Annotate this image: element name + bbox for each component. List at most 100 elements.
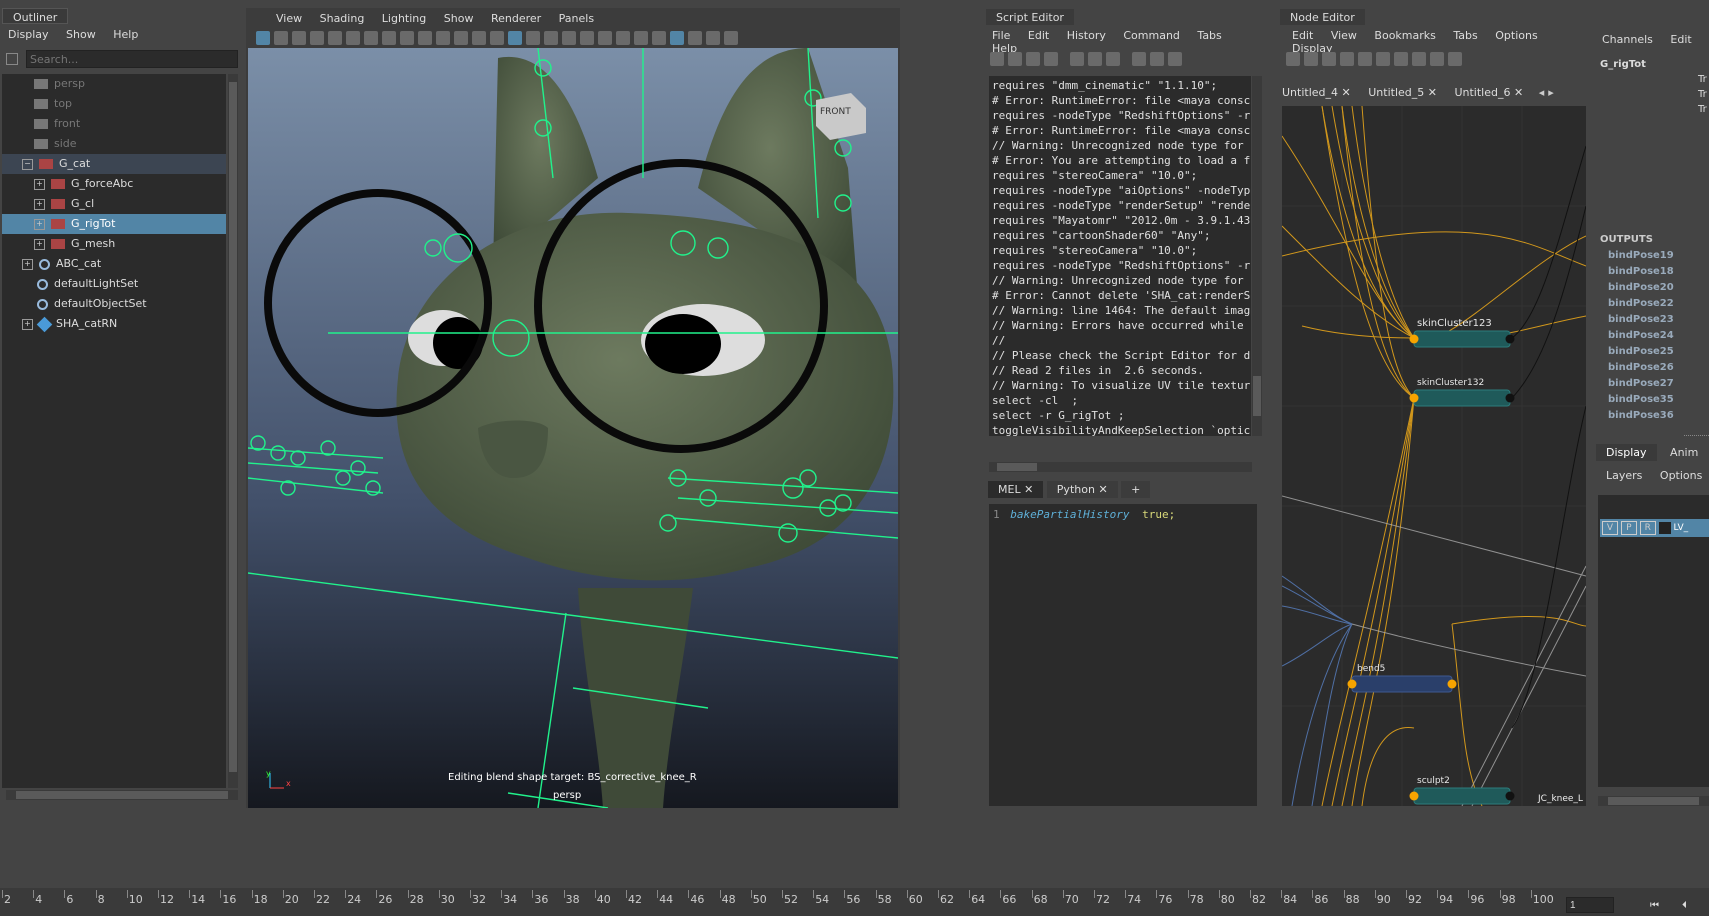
expand-icon[interactable]: + [34, 238, 45, 250]
viewport-3d-scene[interactable]: FRONT y x Editing blend shape target: BS… [248, 48, 898, 808]
close-icon[interactable]: ✕ [1342, 86, 1351, 99]
layout-icon[interactable] [1394, 52, 1408, 66]
attribute-view-icon[interactable] [1448, 52, 1462, 66]
script-input-pane[interactable]: 1 bakePartialHistory true; [989, 504, 1257, 806]
script-editor-tab[interactable]: Script Editor [986, 9, 1074, 25]
outliner-menu-show[interactable]: Show [66, 28, 96, 41]
script-menu-file[interactable]: File [992, 29, 1010, 42]
mel-tab[interactable]: MEL ✕ [988, 481, 1044, 498]
output-item[interactable]: bindPose26 [1608, 360, 1674, 376]
channel-attr-3[interactable]: Tr [1698, 104, 1707, 115]
outliner-filter-icon[interactable] [6, 53, 18, 65]
layer-visible-toggle[interactable]: V [1602, 521, 1618, 535]
outliner-item-top[interactable]: top [2, 94, 226, 114]
resolution-gate-icon[interactable] [400, 31, 414, 45]
clear-history-icon[interactable] [1070, 52, 1084, 66]
default-material-icon[interactable] [526, 31, 540, 45]
isolate-select-icon[interactable] [670, 31, 684, 45]
channel-attr-1[interactable]: Tr [1698, 74, 1707, 85]
node-menu-edit[interactable]: Edit [1292, 29, 1313, 42]
2d-pan-icon[interactable] [328, 31, 342, 45]
outliner-item-sha-catrn[interactable]: + SHA_catRN [2, 314, 226, 334]
outliner-item-g-forceabc[interactable]: + G_forceAbc [2, 174, 226, 194]
viewport-menu-shading[interactable]: Shading [320, 12, 365, 25]
node-menu-view[interactable]: View [1331, 29, 1357, 42]
smooth-shade-icon[interactable] [508, 31, 522, 45]
outliner-item-g-rigtot[interactable]: + G_rigTot [2, 214, 226, 234]
safe-title-icon[interactable] [472, 31, 486, 45]
wireframe-icon[interactable] [490, 31, 504, 45]
outliner-item-defaultobjectset[interactable]: defaultObjectSet [2, 294, 226, 314]
tab-scroll-right-icon[interactable]: ▸ [1548, 86, 1554, 99]
viewport-menu-lighting[interactable]: Lighting [382, 12, 426, 25]
script-history-hscroll[interactable] [989, 462, 1252, 472]
channel-menu-channels[interactable]: Channels [1602, 33, 1653, 46]
step-back-icon[interactable]: ⏴ [1682, 900, 1687, 911]
channel-menu-edit[interactable]: Edit [1670, 33, 1691, 46]
outliner-search-input[interactable] [26, 50, 238, 68]
select-camera-icon[interactable] [256, 31, 270, 45]
expand-icon[interactable]: + [22, 258, 33, 270]
camera-attr-icon[interactable] [274, 31, 288, 45]
node-tab-untitled-4[interactable]: Untitled_4 ✕ [1282, 86, 1351, 99]
node-tab-untitled-5[interactable]: Untitled_5 ✕ [1368, 86, 1437, 99]
outliner-item-g-mesh[interactable]: + G_mesh [2, 234, 226, 254]
outliner-item-front[interactable]: front [2, 114, 226, 134]
script-menu-command[interactable]: Command [1123, 29, 1180, 42]
script-menu-edit[interactable]: Edit [1028, 29, 1049, 42]
expand-icon[interactable]: + [22, 318, 33, 330]
tab-anim[interactable]: Anim [1660, 444, 1709, 461]
script-menu-tabs[interactable]: Tabs [1197, 29, 1221, 42]
layer-playback-toggle[interactable]: P [1620, 521, 1637, 535]
outliner-item-side[interactable]: side [2, 134, 226, 154]
layer-reference-toggle[interactable]: R [1639, 521, 1656, 535]
show-both-icon[interactable] [1168, 52, 1182, 66]
outliner-menu-help[interactable]: Help [113, 28, 138, 41]
graph-input-output-icon[interactable] [1304, 52, 1318, 66]
field-chart-icon[interactable] [436, 31, 450, 45]
node-menu-options[interactable]: Options [1495, 29, 1537, 42]
collapse-icon[interactable]: − [22, 158, 33, 170]
safe-action-icon[interactable] [454, 31, 468, 45]
output-item[interactable]: bindPose23 [1608, 312, 1674, 328]
xray-joints-icon[interactable] [688, 31, 702, 45]
layer-row[interactable]: V P R LV_ [1600, 519, 1709, 537]
expand-icon[interactable]: + [34, 198, 45, 210]
outliner-item-defaultlightset[interactable]: defaultLightSet [2, 274, 226, 294]
source-script-icon[interactable] [1008, 52, 1022, 66]
ambient-occlusion-icon[interactable] [634, 31, 648, 45]
outliner-menu-display[interactable]: Display [8, 28, 49, 41]
image-plane-icon[interactable] [310, 31, 324, 45]
output-item[interactable]: bindPose24 [1608, 328, 1674, 344]
output-item[interactable]: bindPose19 [1608, 248, 1674, 264]
outliner-tab[interactable]: Outliner [2, 8, 69, 24]
layer-menu-options[interactable]: Options [1660, 469, 1702, 482]
tab-scroll-left-icon[interactable]: ◂ [1539, 86, 1545, 99]
output-item[interactable]: bindPose35 [1608, 392, 1674, 408]
gate-mask-icon[interactable] [418, 31, 432, 45]
output-item[interactable]: bindPose18 [1608, 264, 1674, 280]
output-item[interactable]: bindPose36 [1608, 408, 1674, 424]
output-item[interactable]: bindPose27 [1608, 376, 1674, 392]
grid-icon[interactable] [364, 31, 378, 45]
outliner-item-persp[interactable]: persp [2, 74, 226, 94]
frame-all-icon[interactable] [1376, 52, 1390, 66]
expand-icon[interactable]: + [34, 178, 45, 190]
motion-blur-icon[interactable] [652, 31, 666, 45]
node-editor-tab[interactable]: Node Editor [1280, 9, 1365, 25]
channel-hscrollbar[interactable] [1598, 796, 1709, 806]
tab-display[interactable]: Display [1596, 444, 1657, 461]
output-item[interactable]: bindPose25 [1608, 344, 1674, 360]
channel-object-name[interactable]: G_rigTot [1600, 59, 1646, 70]
exposure-icon[interactable] [706, 31, 720, 45]
channel-attr-2[interactable]: Tr [1698, 89, 1707, 100]
save-to-shelf-icon[interactable] [1044, 52, 1058, 66]
channel-divider[interactable] [1684, 435, 1709, 438]
save-script-icon[interactable] [1026, 52, 1040, 66]
open-script-icon[interactable] [990, 52, 1004, 66]
film-gate-icon[interactable] [382, 31, 396, 45]
viewport-menu-renderer[interactable]: Renderer [491, 12, 541, 25]
time-slider[interactable]: 2 4 6 8 10 12 14 16 18 20 22 24 26 28 30 32 34 36 38 40 42 44… [0, 888, 1709, 916]
viewport-menu-view[interactable]: View [276, 12, 302, 25]
lights-icon[interactable] [598, 31, 612, 45]
